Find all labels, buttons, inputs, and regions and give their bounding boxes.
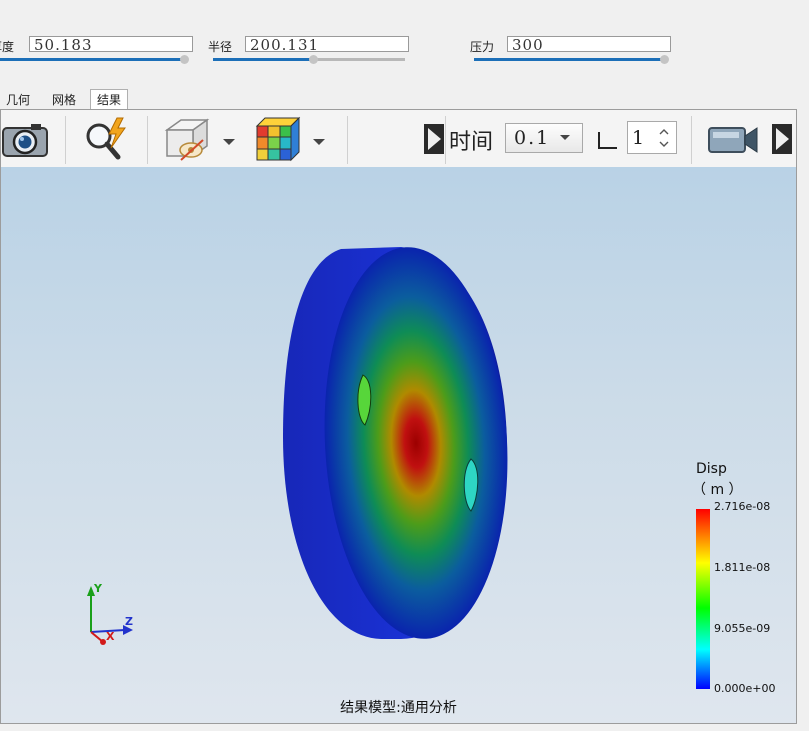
next-button[interactable] — [771, 116, 793, 162]
step-value: 1 — [632, 127, 645, 149]
legend-tick-mid-low: 9.055e-09 — [714, 622, 771, 635]
color-cube-icon — [255, 116, 301, 162]
tab-results[interactable]: 结果 — [90, 89, 129, 110]
param-radius-label: 半径 — [208, 40, 233, 54]
param-radius-slider[interactable] — [213, 55, 405, 64]
step-spinbox[interactable]: 1 — [627, 121, 677, 154]
chevron-down-icon — [560, 135, 570, 140]
play-step-icon — [772, 124, 792, 154]
axis-z-label: Z — [125, 615, 133, 628]
slider-fill — [474, 58, 662, 61]
tab-geometry[interactable]: 几何 — [0, 91, 36, 109]
legend-colorbar — [696, 509, 710, 689]
param-pressure-slider[interactable] — [474, 55, 669, 64]
time-select[interactable]: 0.1 — [505, 123, 583, 153]
parameter-panel: 厚度 50.183 半径 200.131 压力 300 — [0, 0, 809, 88]
record-video-button[interactable] — [707, 116, 763, 162]
param-thickness-input[interactable]: 50.183 — [29, 36, 193, 52]
chevron-down-icon — [313, 139, 325, 145]
results-toolbar: 时间 0.1 — [0, 109, 797, 168]
video-camera-icon — [708, 127, 758, 153]
search-lightning-icon — [86, 117, 126, 160]
time-value: 0.1 — [514, 127, 551, 149]
toolbar-separator — [347, 116, 348, 164]
axis-y-label: Y — [94, 582, 102, 595]
contour-button[interactable] — [255, 116, 335, 162]
model-caption: 结果模型:通用分析 — [340, 700, 457, 716]
toolbar-separator — [691, 116, 692, 164]
param-pressure-label: 压力 — [470, 40, 495, 54]
result-viewport[interactable]: Y Z X Disp （ m ） 2.716e-08 1.811e-08 9.0… — [0, 167, 797, 724]
slider-fill — [0, 58, 182, 61]
time-label: 时间 — [449, 130, 494, 155]
slider-fill — [213, 58, 311, 61]
legend-unit: （ m ） — [692, 482, 743, 498]
legend-tick-max: 2.716e-08 — [714, 500, 771, 513]
param-thickness: 厚度 50.183 — [0, 36, 195, 64]
param-radius: 半径 200.131 — [208, 36, 413, 64]
param-pressure-input[interactable]: 300 — [507, 36, 671, 52]
play-button[interactable] — [423, 116, 445, 162]
probe-button[interactable] — [81, 116, 135, 162]
legend-tick-min: 0.000e+00 — [714, 682, 776, 695]
param-thickness-label: 厚度 — [0, 40, 15, 54]
slider-thumb[interactable] — [660, 55, 669, 64]
param-thickness-slider[interactable] — [0, 55, 189, 64]
chevron-down-icon — [223, 139, 235, 145]
tab-bar: 几何 网格 结果 — [0, 89, 809, 110]
camera-icon — [2, 124, 48, 157]
slider-thumb[interactable] — [180, 55, 189, 64]
legend-title: Disp — [696, 461, 727, 477]
slider-thumb[interactable] — [309, 55, 318, 64]
play-step-icon — [424, 124, 444, 154]
toolbar-separator — [147, 116, 148, 164]
step-icon — [598, 132, 617, 149]
display-mode-button[interactable] — [161, 116, 241, 162]
tab-mesh[interactable]: 网格 — [46, 91, 82, 109]
axis-x-label: X — [106, 630, 115, 643]
toolbar-separator — [65, 116, 66, 164]
spin-arrows-icon[interactable] — [658, 126, 670, 150]
legend-tick-mid-high: 1.811e-08 — [714, 561, 771, 574]
param-pressure: 压力 300 — [470, 36, 671, 64]
toolbar-separator — [445, 116, 446, 164]
cube-visibility-icon — [164, 118, 210, 161]
screenshot-button[interactable] — [1, 116, 51, 162]
param-radius-input[interactable]: 200.131 — [245, 36, 409, 52]
